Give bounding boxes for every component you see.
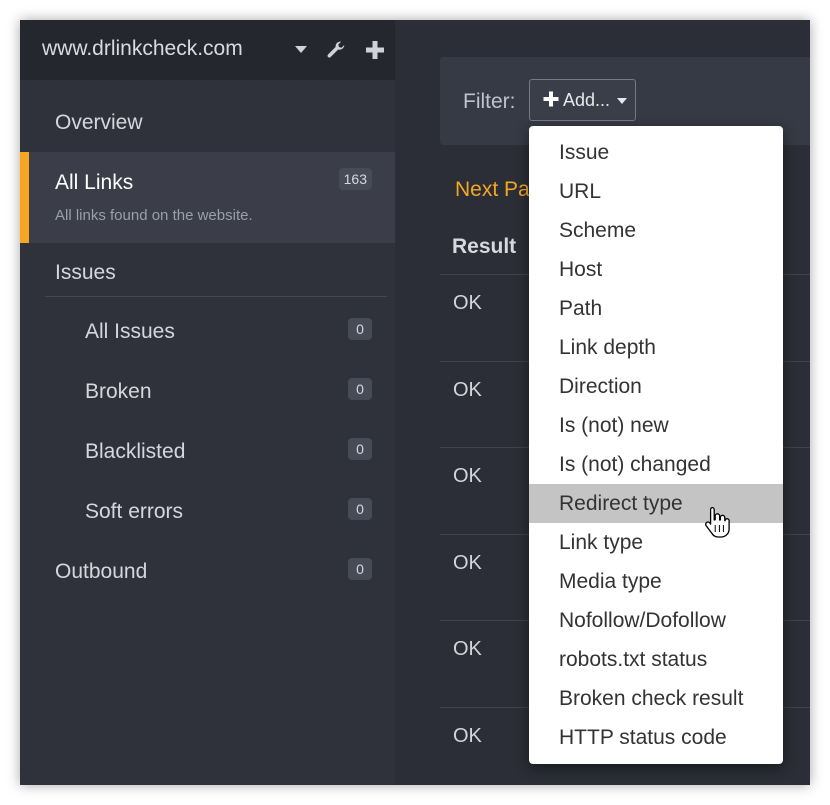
- menu-item-nofollow-dofollow[interactable]: Nofollow/Dofollow: [529, 601, 783, 640]
- menu-item-broken-check-result[interactable]: Broken check result: [529, 679, 783, 718]
- sidebar-item-overview[interactable]: Overview: [20, 100, 395, 146]
- sidebar-item-label: All Issues: [85, 320, 175, 343]
- sidebar-item-label: Blacklisted: [85, 440, 186, 463]
- menu-item-path[interactable]: Path: [529, 289, 783, 328]
- result-column-header[interactable]: Result: [452, 235, 516, 259]
- filter-label: Filter:: [463, 90, 516, 113]
- menu-item-is-not-changed[interactable]: Is (not) changed: [529, 445, 783, 484]
- sidebar-item-label: Broken: [85, 380, 152, 403]
- sidebar-item-all-issues[interactable]: All Issues 0: [20, 313, 395, 357]
- sidebar-item-blacklisted[interactable]: Blacklisted 0: [20, 433, 395, 477]
- add-filter-label: Add...: [563, 90, 611, 110]
- chevron-down-icon[interactable]: [295, 46, 307, 53]
- menu-item-direction[interactable]: Direction: [529, 367, 783, 406]
- site-selector[interactable]: www.drlinkcheck.com: [42, 37, 243, 61]
- table-row: OK: [453, 552, 482, 574]
- sidebar-item-issues[interactable]: Issues: [20, 252, 395, 296]
- menu-item-host[interactable]: Host: [529, 250, 783, 289]
- table-row: OK: [453, 725, 482, 747]
- wrench-icon[interactable]: [325, 40, 347, 62]
- hand-cursor-icon: [705, 506, 730, 538]
- sidebar-item-outbound[interactable]: Outbound 0: [20, 553, 395, 597]
- table-row: OK: [453, 638, 482, 660]
- menu-item-link-type[interactable]: Link type: [529, 523, 783, 562]
- sidebar-item-label: Issues: [55, 261, 116, 284]
- next-page-link[interactable]: Next Pa: [455, 178, 530, 202]
- menu-item-url[interactable]: URL: [529, 172, 783, 211]
- divider: [45, 296, 387, 297]
- count-badge: 0: [348, 318, 372, 340]
- sidebar-item-label: Overview: [55, 111, 143, 134]
- count-badge: 0: [348, 498, 372, 520]
- table-row: OK: [453, 465, 482, 487]
- menu-item-robots-txt-status[interactable]: robots.txt status: [529, 640, 783, 679]
- site-header: www.drlinkcheck.com: [20, 20, 395, 80]
- sidebar-item-subtitle: All links found on the website.: [55, 207, 253, 224]
- plus-icon[interactable]: [365, 40, 385, 60]
- count-badge: 0: [348, 438, 372, 460]
- count-badge: 0: [348, 558, 372, 580]
- filter-dropdown-menu: Issue URL Scheme Host Path Link depth Di…: [529, 126, 783, 764]
- plus-icon: [543, 91, 559, 107]
- sidebar-item-all-links[interactable]: All Links 163 All links found on the web…: [20, 152, 395, 243]
- add-filter-button[interactable]: Add...: [529, 79, 636, 121]
- table-row: OK: [453, 292, 482, 314]
- count-badge: 163: [338, 168, 372, 190]
- menu-item-issue[interactable]: Issue: [529, 133, 783, 172]
- table-row: OK: [453, 379, 482, 401]
- active-indicator: [20, 152, 29, 243]
- sidebar-item-label: Soft errors: [85, 500, 184, 523]
- sidebar-item-label: All Links: [55, 171, 134, 194]
- menu-item-media-type[interactable]: Media type: [529, 562, 783, 601]
- menu-item-scheme[interactable]: Scheme: [529, 211, 783, 250]
- menu-item-link-depth[interactable]: Link depth: [529, 328, 783, 367]
- count-badge: 0: [348, 378, 372, 400]
- sidebar: www.drlinkcheck.com Overview All Links 1…: [20, 20, 395, 785]
- chevron-down-icon: [617, 98, 627, 104]
- menu-item-redirect-type[interactable]: Redirect type: [529, 484, 783, 523]
- menu-item-http-status-code[interactable]: HTTP status code: [529, 718, 783, 757]
- menu-item-is-not-new[interactable]: Is (not) new: [529, 406, 783, 445]
- sidebar-item-broken[interactable]: Broken 0: [20, 373, 395, 417]
- sidebar-item-soft-errors[interactable]: Soft errors 0: [20, 493, 395, 537]
- sidebar-item-label: Outbound: [55, 560, 148, 583]
